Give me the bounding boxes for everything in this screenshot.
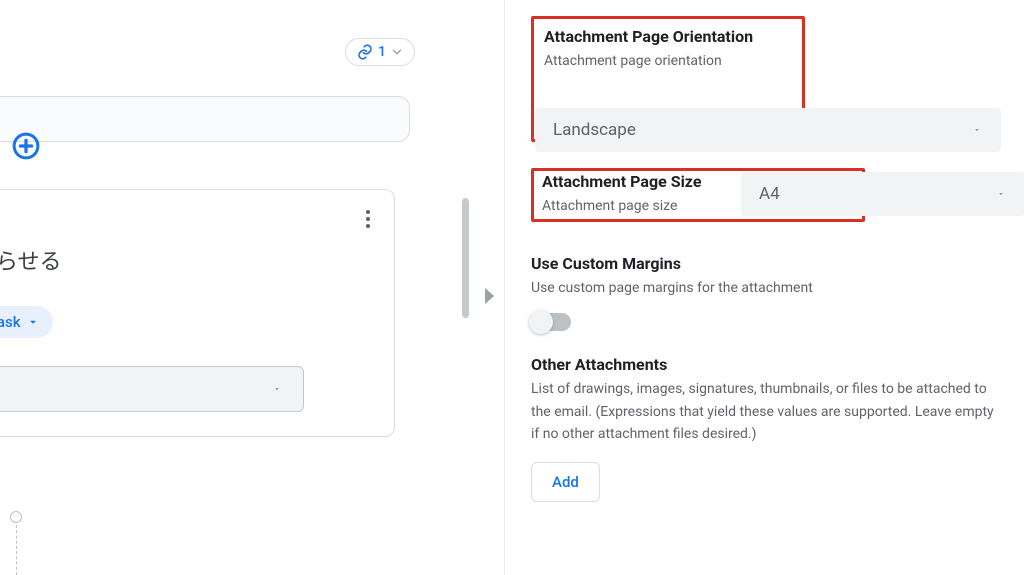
caret-down-icon <box>27 316 39 328</box>
custom-margins-toggle[interactable] <box>531 313 571 331</box>
chevron-down-icon <box>390 45 404 59</box>
scrollbar-thumb[interactable] <box>462 198 469 318</box>
plus-circle-icon <box>11 131 41 161</box>
field-attachment-orientation: Attachment Page Orientation Attachment p… <box>531 16 1002 144</box>
field-title: Use Custom Margins <box>531 254 1002 273</box>
timeline-connector <box>16 525 17 575</box>
timeline-node-icon <box>10 511 22 523</box>
task-option-select[interactable] <box>0 366 304 412</box>
field-description: Use custom page margins for the attachme… <box>531 277 1002 299</box>
add-step-button[interactable] <box>11 131 41 161</box>
field-title: Other Attachments <box>531 355 1002 374</box>
field-custom-margins: Use Custom Margins Use custom page margi… <box>531 254 1002 331</box>
task-card[interactable]: 知らせる n a task <box>0 189 395 437</box>
field-description: List of drawings, images, signatures, th… <box>531 378 1002 445</box>
field-attachment-page-size: Attachment Page Size Attachment page siz… <box>531 168 1002 226</box>
caret-down-icon <box>995 190 1007 198</box>
expand-panel-handle[interactable] <box>485 288 494 304</box>
field-description: Attachment page size <box>542 195 701 217</box>
field-description: Attachment page orientation <box>544 50 792 72</box>
workflow-canvas: 1 知らせる n a task <box>0 0 430 575</box>
toggle-knob <box>529 310 553 334</box>
add-attachment-button[interactable]: Add <box>531 462 600 502</box>
settings-panel: Attachment Page Orientation Attachment p… <box>505 0 1024 575</box>
orientation-select[interactable]: Landscape <box>535 108 1001 152</box>
caret-down-icon <box>271 385 283 393</box>
field-other-attachments: Other Attachments List of drawings, imag… <box>531 355 1002 501</box>
task-type-chip-label: n a task <box>0 313 21 331</box>
link-icon <box>356 43 374 61</box>
page-size-select[interactable]: A4 <box>741 172 1024 216</box>
caret-down-icon <box>971 126 983 134</box>
workflow-timeline <box>10 511 22 575</box>
field-title: Attachment Page Orientation <box>544 27 792 46</box>
page-size-select-value: A4 <box>759 184 780 204</box>
task-type-chip[interactable]: n a task <box>0 306 53 338</box>
workflow-step-card: 知らせる n a task <box>0 96 410 142</box>
field-title: Attachment Page Size <box>542 172 701 191</box>
task-title: 知らせる <box>0 244 376 276</box>
linked-refs-pill[interactable]: 1 <box>345 38 415 66</box>
orientation-select-value: Landscape <box>553 120 636 140</box>
card-overflow-menu[interactable] <box>360 204 376 234</box>
linked-refs-count: 1 <box>378 44 386 60</box>
add-button-label: Add <box>552 473 579 491</box>
pane-divider <box>461 0 505 575</box>
